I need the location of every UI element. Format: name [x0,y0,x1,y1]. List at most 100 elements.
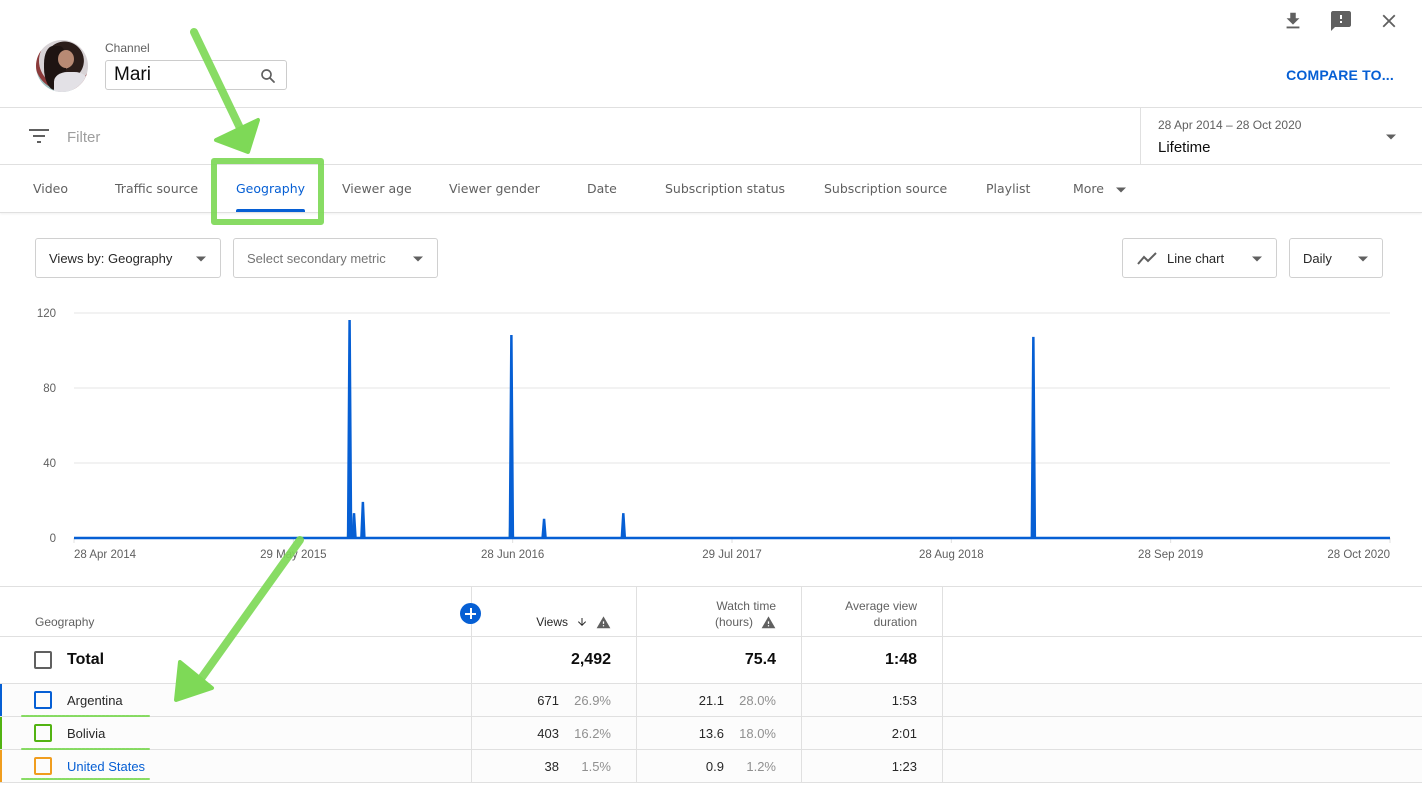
warning-icon[interactable] [761,615,776,629]
data-point-spike[interactable] [508,335,515,539]
warning-icon[interactable] [596,615,611,629]
granularity-dropdown[interactable]: Daily [1289,238,1383,278]
total-avd: 1:48 [884,651,917,668]
channel-label: Channel [105,41,150,55]
x-tick-label: 28 Oct 2020 [1327,549,1390,561]
filter-icon[interactable] [29,128,49,144]
granularity-label: Daily [1303,251,1332,266]
table-header-row: Geography Views Watch time (hours) Avera… [0,587,1422,637]
feedback-button[interactable] [1328,8,1354,34]
chart-y-ticks: 0 40 80 120 [37,308,56,545]
row-name: Argentina [67,693,123,708]
add-column-button[interactable] [460,603,481,624]
row-avd: 1:23 [891,759,917,774]
header-avg-view-duration[interactable]: Average view duration [802,587,943,636]
line-chart-icon [1137,252,1157,265]
tab-more-label: More [1073,181,1104,196]
table-total-row: Total 2,492 75.4 1:48 [0,637,1422,684]
row-geo-cell: Argentina [0,684,472,716]
y-tick-label: 40 [43,458,56,470]
x-tick-label: 28 Sep 2019 [1138,549,1203,561]
channel-avatar[interactable] [36,40,88,92]
avatar-shirt [54,72,88,92]
tab-subscription-source[interactable]: Subscription source [824,165,947,213]
data-point-spike[interactable] [541,518,547,539]
x-tick-label: 28 Jun 2016 [481,549,544,561]
row-watch-pct: 18.0% [739,726,776,741]
total-checkbox[interactable] [34,651,52,669]
row-checkbox[interactable] [34,691,52,709]
close-button[interactable] [1376,8,1402,34]
row-views-pct: 26.9% [574,693,611,708]
row-watch-cell: 13.6 18.0% [637,717,802,749]
y-tick-label: 120 [37,308,56,320]
row-avd: 1:53 [891,693,917,708]
header-watch-time[interactable]: Watch time (hours) [637,587,802,636]
total-geo-cell: Total [0,637,472,683]
tab-video[interactable]: Video [33,165,68,213]
header-views[interactable]: Views [472,587,637,636]
views-line-chart[interactable]: 0 40 80 120 28 Apr 2014 29 May 2015 28 Jun 20… [0,295,1422,575]
row-checkbox[interactable] [34,724,52,742]
date-range-picker[interactable]: 28 Apr 2014 – 28 Oct 2020 Lifetime [1140,108,1422,165]
download-icon [1286,12,1300,29]
tab-geography[interactable]: Geography [236,165,306,213]
row-views-pct: 1.5% [581,759,611,774]
feedback-icon [1331,11,1351,31]
header-watch-time-unit: (hours) [714,615,753,629]
row-views-cell: 671 26.9% [472,684,637,716]
row-avd: 2:01 [891,726,917,741]
chart-type-dropdown[interactable]: Line chart [1122,238,1277,278]
tab-viewer-age[interactable]: Viewer age [342,165,412,213]
header-geography-label: Geography [35,615,95,629]
header: Channel COMPARE TO... [0,0,1422,108]
total-avd-cell: 1:48 [802,637,943,683]
channel-input[interactable] [114,63,254,87]
tab-more[interactable]: More [1073,165,1126,213]
data-point-spike[interactable] [1030,336,1037,539]
chevron-down-icon [1386,134,1396,140]
total-watch-cell: 75.4 [637,637,802,683]
tab-traffic-source[interactable]: Traffic source [115,165,198,213]
header-avd-line1: Average view [845,599,917,613]
tab-playlist[interactable]: Playlist [986,165,1030,213]
chevron-down-icon [1252,256,1262,262]
tab-subscription-status[interactable]: Subscription status [665,165,785,213]
chevron-down-icon [1115,187,1126,192]
header-watch-time-label: Watch time [716,599,776,613]
dimension-tabs: Video Traffic source Geography Viewer ag… [0,165,1422,213]
tab-date[interactable]: Date [587,165,617,213]
download-button[interactable] [1280,8,1306,34]
row-avd-cell: 2:01 [802,717,943,749]
search-icon[interactable] [259,67,277,85]
data-point-spike[interactable] [620,513,627,539]
row-name-link[interactable]: United States [67,759,145,774]
secondary-metric-dropdown[interactable]: Select secondary metric [233,238,438,278]
date-period-text: Lifetime [1158,139,1211,156]
y-tick-label: 0 [50,533,56,545]
avatar-face [58,50,74,68]
data-point-spike[interactable] [351,513,357,539]
x-tick-label: 29 Jul 2017 [702,549,761,561]
primary-metric-dropdown[interactable]: Views by: Geography [35,238,221,278]
table-row[interactable]: United States 38 1.5% 0.9 1.2% 1:23 [0,750,1422,783]
chart-x-ticks: 28 Apr 2014 29 May 2015 28 Jun 2016 29 Jul … [73,538,1391,561]
table-row[interactable]: Bolivia 403 16.2% 13.6 18.0% 2:01 [0,717,1422,750]
series-bolivia [346,481,515,539]
date-range-text: 28 Apr 2014 – 28 Oct 2020 [1158,118,1302,132]
compare-to-button[interactable]: COMPARE TO... [1286,67,1394,83]
data-point-spike[interactable] [346,320,353,539]
row-avd-cell: 1:23 [802,750,943,782]
data-point-spike[interactable] [360,501,366,539]
tab-viewer-gender[interactable]: Viewer gender [449,165,540,213]
chevron-down-icon [413,256,423,262]
row-views-cell: 403 16.2% [472,717,637,749]
channel-search-box[interactable] [105,60,287,90]
row-watch-cell: 0.9 1.2% [637,750,802,782]
filter-input[interactable] [67,126,667,148]
top-actions [1280,8,1402,34]
row-checkbox[interactable] [34,757,52,775]
primary-metric-label: Views by: Geography [49,251,173,266]
x-tick-label: 28 Aug 2018 [919,549,984,561]
table-row[interactable]: Argentina 671 26.9% 21.1 28.0% 1:53 [0,684,1422,717]
